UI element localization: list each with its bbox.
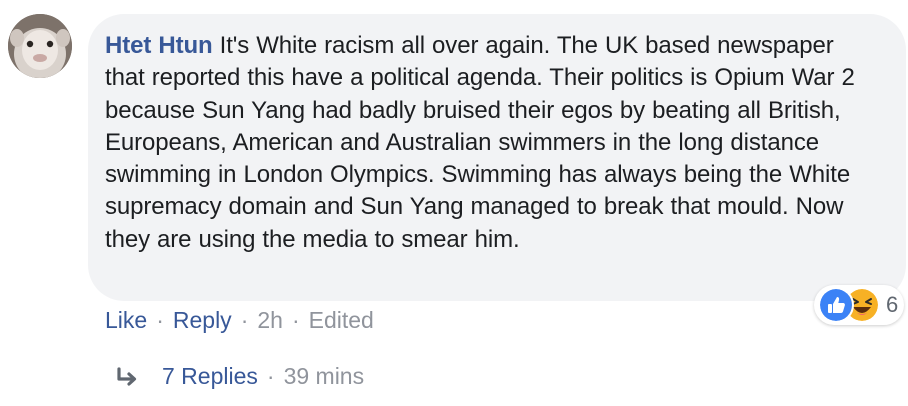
- separator: ·: [240, 307, 249, 333]
- comment-thread: Htet Htun It's White racism all over aga…: [0, 0, 908, 406]
- view-replies-row[interactable]: 7 Replies · 39 mins: [116, 362, 364, 390]
- avatar-image: [8, 14, 72, 78]
- separator: ·: [266, 363, 275, 389]
- comment-timestamp[interactable]: 2h: [257, 306, 283, 334]
- avatar[interactable]: [8, 14, 72, 78]
- reply-button[interactable]: Reply: [173, 306, 232, 334]
- comment-actions: Like · Reply · 2h · Edited: [105, 306, 374, 334]
- separator: ·: [291, 307, 300, 333]
- edited-label[interactable]: Edited: [309, 306, 374, 334]
- view-replies-link[interactable]: 7 Replies: [162, 362, 258, 390]
- like-button[interactable]: Like: [105, 306, 147, 334]
- comment-text: It's White racism all over again. The UK…: [105, 32, 855, 253]
- comment-bubble: Htet Htun It's White racism all over aga…: [88, 14, 906, 301]
- like-icon: [818, 287, 854, 323]
- reply-arrow-icon: [117, 367, 137, 386]
- comment-author-link[interactable]: Htet Htun: [105, 32, 213, 59]
- comment-body: Htet Htun It's White racism all over aga…: [105, 30, 866, 256]
- separator: ·: [156, 307, 164, 333]
- reaction-count: 6: [886, 292, 899, 317]
- replies-timestamp: 39 mins: [283, 363, 365, 389]
- reactions-summary[interactable]: 6: [814, 285, 905, 325]
